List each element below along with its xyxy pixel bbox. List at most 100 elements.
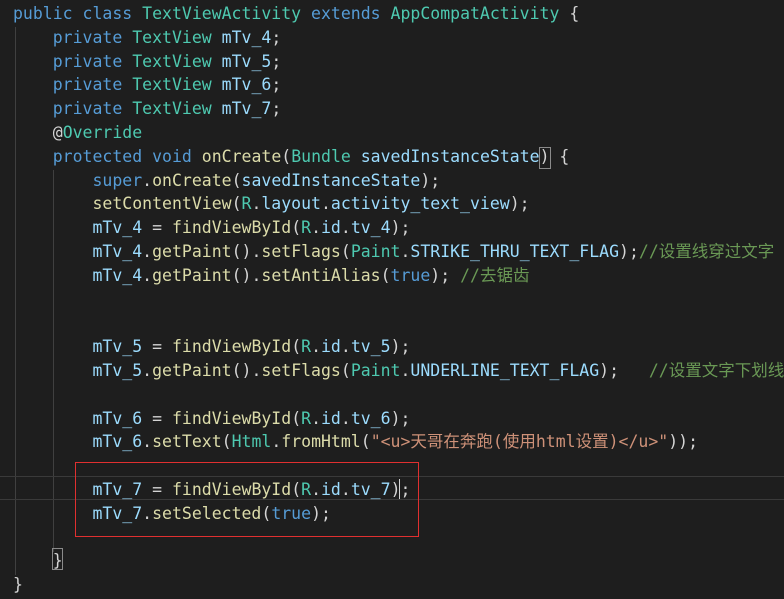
code-token: ().	[231, 361, 262, 380]
code-line[interactable]: public class TextViewActivity extends Ap…	[13, 2, 579, 26]
code-token: .	[142, 242, 153, 261]
code-token: getPaint	[152, 361, 232, 380]
code-token: //设置线穿过文字	[638, 242, 775, 261]
code-line[interactable]: mTv_6 = findViewById(R.id.tv_6);	[13, 407, 410, 431]
code-token: TextView	[132, 99, 212, 119]
code-token: getPaint	[152, 242, 232, 261]
code-token: activity_text_view	[330, 194, 510, 214]
code-token: id	[321, 218, 341, 238]
code-token: mTv_4	[92, 242, 143, 261]
code-token: mTv_6	[92, 408, 143, 428]
code-token: setFlags	[261, 242, 341, 261]
code-token: (	[231, 194, 242, 214]
code-token: .	[142, 265, 153, 285]
code-token: extends	[311, 4, 381, 23]
code-line[interactable]: private TextView mTv_6;	[13, 73, 282, 97]
code-token: .	[340, 408, 351, 428]
code-token: UNDERLINE_TEXT_FLAG	[410, 361, 600, 380]
code-token: private	[52, 75, 123, 95]
code-token: setText	[152, 432, 222, 452]
code-token: (	[221, 432, 232, 452]
code-token: mTv_4	[92, 265, 143, 285]
code-token: ().	[231, 242, 262, 261]
code-token: TextView	[132, 75, 212, 95]
code-token: =	[142, 218, 172, 238]
code-line[interactable]: protected void onCreate(Bundle savedInst…	[13, 145, 570, 169]
code-token: class	[82, 4, 133, 23]
code-token: ;	[271, 51, 282, 71]
code-line[interactable]: private TextView mTv_5;	[13, 50, 282, 74]
code-token: R	[301, 337, 312, 357]
code-line[interactable]: mTv_4.getPaint().setFlags(Paint.STRIKE_T…	[13, 240, 774, 264]
code-token: Html	[231, 432, 272, 452]
code-line[interactable]: setContentView(R.layout.activity_text_vi…	[13, 192, 530, 216]
code-token: mTv_4	[92, 218, 143, 238]
code-token: getPaint	[152, 265, 232, 285]
code-line[interactable]: private TextView mTv_4;	[13, 26, 282, 50]
code-token: (	[380, 265, 391, 285]
code-line[interactable]: @Override	[13, 121, 142, 145]
code-token: );	[619, 242, 639, 261]
code-token: .	[142, 361, 153, 380]
code-token: mTv_6	[92, 432, 143, 452]
code-token: mTv_5	[92, 337, 143, 357]
code-token: .	[311, 337, 321, 357]
code-token: STRIKE_THRU_TEXT_FLAG	[410, 242, 620, 261]
code-line[interactable]: super.onCreate(savedInstanceState);	[13, 169, 440, 193]
code-token: .	[400, 361, 411, 380]
selection-highlight-box	[75, 462, 419, 537]
code-token: (	[291, 337, 302, 357]
code-line[interactable]: mTv_4.getPaint().setAntiAlias(true); //去…	[13, 264, 529, 288]
code-line[interactable]: private TextView mTv_7;	[13, 97, 282, 121]
code-token: tv_4	[350, 218, 391, 238]
code-token: .	[400, 242, 411, 261]
code-token: ().	[231, 265, 262, 285]
code-token: ;	[271, 27, 282, 47]
code-editor[interactable]: public class TextViewActivity extends Ap…	[0, 0, 784, 599]
code-token: );	[430, 265, 461, 285]
bracket-match	[52, 548, 63, 570]
code-line[interactable]: mTv_5 = findViewById(R.id.tv_5);	[13, 335, 410, 359]
code-token: protected	[52, 146, 143, 166]
code-line[interactable]: mTv_6.setText(Html.fromHtml("<u>天哥在奔跑(使用…	[13, 430, 698, 454]
code-token: @	[52, 123, 63, 142]
code-token: private	[52, 27, 123, 47]
code-line[interactable]: }	[13, 573, 23, 597]
code-token: private	[52, 51, 123, 71]
code-token: .	[320, 194, 331, 214]
code-token: .	[340, 218, 351, 238]
code-token: fromHtml	[281, 432, 361, 452]
code-token: .	[251, 194, 262, 214]
code-line[interactable]: mTv_5.getPaint().setFlags(Paint.UNDERLIN…	[13, 359, 784, 383]
code-token: .	[142, 170, 153, 190]
code-token: layout	[261, 194, 321, 214]
code-token: ;	[271, 99, 282, 119]
code-token: =	[142, 408, 172, 428]
code-token: );	[509, 194, 530, 214]
code-token: setContentView	[92, 194, 232, 214]
code-token: TextView	[132, 51, 212, 71]
code-token: (	[281, 146, 292, 166]
code-token: {	[559, 4, 580, 23]
code-token: findViewById	[171, 218, 292, 238]
code-line[interactable]: mTv_4 = findViewById(R.id.tv_4);	[13, 216, 410, 240]
code-token: );	[390, 218, 411, 238]
code-token: =	[142, 337, 172, 357]
